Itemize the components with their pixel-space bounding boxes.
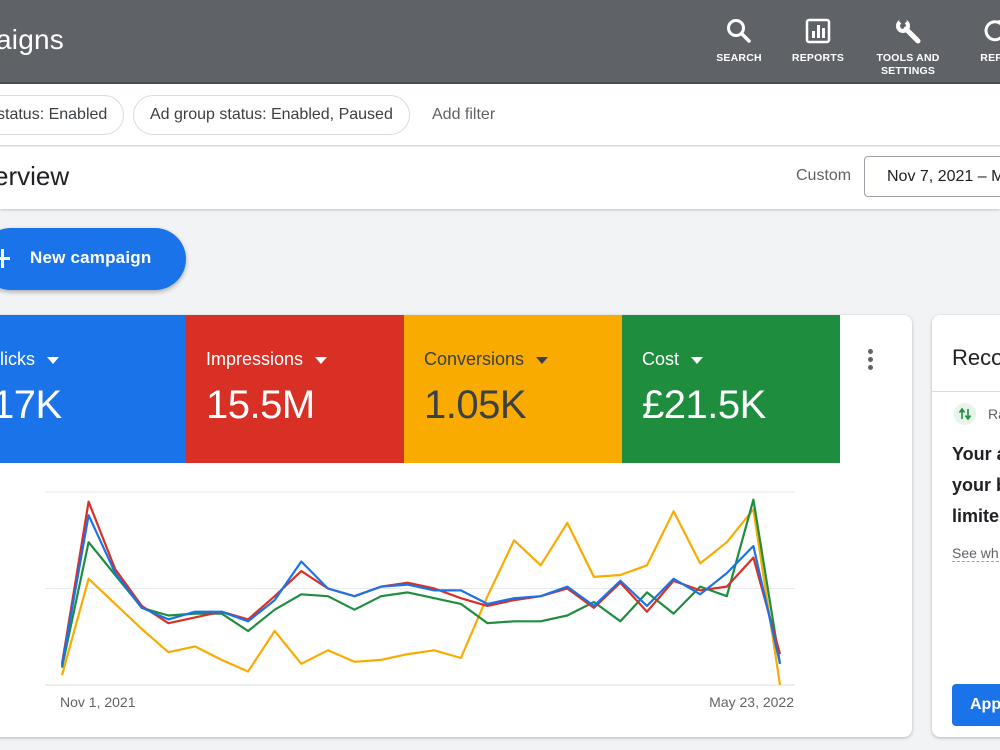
caret-down-icon [691,357,704,364]
metric-name: licks [0,349,35,369]
search-icon [724,16,754,46]
refresh-button[interactable]: REFR [950,16,1000,80]
refresh-icon [980,16,1000,46]
metric-value: 17K [0,383,62,427]
date-range-type-label: Custom [796,167,852,184]
divider [932,391,1000,392]
caret-down-icon [315,357,328,364]
performance-chart: Nov 1, 2021 May 23, 2022 [0,475,912,737]
tools-and-settings-button[interactable]: TOOLS AND SETTINGS [863,16,953,80]
metric-tile-conversions[interactable]: Conversions 1.05K [404,315,622,463]
filter-chip-campaign-status[interactable]: status: Enabled [0,95,125,135]
overview-header: erview Custom Nov 7, 2021 – M [0,147,1000,209]
x-axis-start-label: Nov 1, 2021 [60,694,136,710]
recommendations-title: Reco [952,345,1000,370]
metric-selector-cost[interactable]: Cost [642,349,704,370]
recommendations-card: Reco Ra Your a your b limite See wh App [932,315,1000,737]
metric-tile-impressions[interactable]: Impressions 15.5M [186,315,404,463]
series-line [60,500,782,664]
caret-down-icon [536,357,549,364]
plus-icon [0,245,24,273]
recommendation-line: your b [952,475,1000,495]
reports-button[interactable]: REPORTS [773,16,863,80]
refresh-label: REFR [980,52,1000,64]
new-campaign-label: New campaign [30,248,152,267]
metric-name: Conversions [424,349,525,369]
wrench-icon [893,16,923,46]
date-range-picker[interactable]: Nov 7, 2021 – M [864,156,1000,197]
series-line [60,508,782,686]
apply-button[interactable]: App [952,684,1000,726]
reports-label: REPORTS [791,52,845,64]
series-line [60,514,782,666]
reports-icon [803,16,833,46]
metric-selector-clicks[interactable]: licks [0,349,59,370]
search-label: SEARCH [716,52,762,64]
metric-name: Impressions [206,349,304,369]
top-app-bar: aigns SEARCH REPORTS TOOLS AND SETTINGS … [0,0,1000,84]
recommendation-type: Ra [988,406,1000,422]
metric-value: 15.5M [206,383,315,427]
tools-and-settings-label: TOOLS AND SETTINGS [876,52,940,77]
metric-name: Cost [642,349,680,369]
google-ads-campaigns-page: aigns SEARCH REPORTS TOOLS AND SETTINGS … [0,0,1000,750]
new-campaign-button[interactable]: New campaign [0,228,186,290]
caret-down-icon [47,357,59,364]
metric-tile-clicks[interactable]: licks 17K [0,315,186,463]
filter-chip-ad-group-status[interactable]: Ad group status: Enabled, Paused [133,95,410,135]
x-axis-end-label: May 23, 2022 [709,694,794,710]
metric-selector-impressions[interactable]: Impressions [206,349,328,370]
page-title: aigns [0,24,64,55]
metric-value: 1.05K [424,383,527,427]
more-options-icon[interactable] [862,349,878,375]
performance-card: licks 17K Impressions 15.5M Conversions … [0,315,912,737]
recommendation-text: Your a your b limite [952,439,1000,532]
metric-selector-conversions[interactable]: Conversions [424,349,549,370]
recommendation-line: limite [952,506,1000,526]
metric-value: £21.5K [642,383,766,427]
see-why-link[interactable]: See wh [952,545,999,562]
chart-svg: Nov 1, 2021 May 23, 2022 [45,491,795,710]
trend-arrows-icon [954,403,976,425]
recommendation-line: Your a [952,444,1000,464]
filter-bar: status: Enabled Ad group status: Enabled… [0,84,1000,146]
overview-title: erview [0,161,70,191]
add-filter-link[interactable]: Add filter [432,106,495,124]
search-button[interactable]: SEARCH [694,16,784,80]
metric-tile-cost[interactable]: Cost £21.5K [622,315,840,463]
